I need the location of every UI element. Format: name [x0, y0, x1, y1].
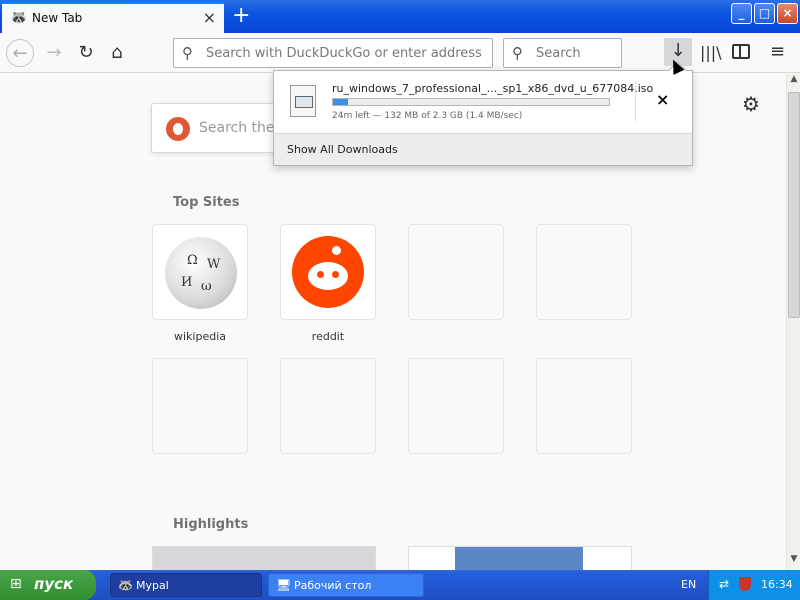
highlight-card[interactable] — [152, 546, 376, 570]
scroll-up-icon[interactable]: ▲ — [787, 74, 800, 90]
top-site-label: reddit — [311, 330, 345, 343]
sidebar-icon[interactable] — [732, 44, 750, 59]
scrollbar[interactable]: ▲ ▼ — [786, 74, 800, 570]
reddit-icon — [292, 236, 364, 308]
downloads-panel: ru_windows_7_professional_..._sp1_x86_dv… — [273, 70, 693, 166]
download-progress-fill — [333, 99, 349, 105]
empty-top-site[interactable] — [408, 224, 504, 320]
wikipedia-icon: Ω W И ω — [165, 237, 237, 309]
taskbar-item-label: Рабочий стол — [294, 579, 372, 592]
network-icon[interactable]: ⇄ — [719, 577, 729, 591]
new-tab-button[interactable]: + — [232, 3, 250, 29]
show-all-downloads-link[interactable]: Show All Downloads — [287, 143, 398, 156]
minimize-button[interactable]: _ — [731, 3, 752, 24]
tab-title: New Tab — [32, 11, 83, 25]
reload-button[interactable]: ↻ — [72, 39, 100, 67]
home-button[interactable]: ⌂ — [103, 39, 131, 67]
search-input[interactable]: ⚲ Search — [503, 38, 622, 68]
taskbar-item-mypal[interactable]: 🦝 Mypal — [110, 573, 262, 597]
scroll-down-icon[interactable]: ▼ — [787, 554, 800, 570]
highlight-thumbnail — [455, 547, 583, 570]
security-shield-icon[interactable] — [739, 577, 751, 591]
download-progress-bar — [332, 98, 610, 106]
download-status: 24m left — 132 MB of 2.3 GB (1.4 MB/sec) — [332, 111, 523, 121]
scroll-thumb[interactable] — [788, 92, 800, 318]
mypal-icon: 🦝 — [118, 578, 133, 592]
windows-flag-icon: ⊞ — [10, 576, 22, 592]
search-icon: ⚲ — [182, 44, 193, 62]
empty-top-site[interactable] — [536, 224, 632, 320]
language-indicator[interactable]: EN — [681, 578, 696, 591]
highlights-title: Highlights — [173, 517, 249, 532]
start-label: пуск — [34, 575, 74, 593]
taskbar-item-desktop[interactable]: 🖥 Рабочий стол — [268, 573, 424, 597]
browser-window: 🦝 New Tab × + _ □ × ← → ↻ ⌂ ⚲ Search wit… — [0, 0, 800, 570]
empty-top-site[interactable] — [152, 358, 248, 454]
address-placeholder: Search with DuckDuckGo or enter address — [206, 46, 482, 61]
top-site-reddit[interactable] — [280, 224, 376, 320]
ddg-placeholder: Search the — [199, 120, 275, 136]
taskbar-item-label: Mypal — [136, 579, 169, 592]
desktop-icon: 🖥 — [276, 578, 292, 592]
back-button[interactable]: ← — [6, 39, 34, 67]
library-icon[interactable]: |||\ — [700, 43, 722, 62]
highlight-card[interactable] — [408, 546, 632, 570]
tab-close-icon[interactable]: × — [203, 8, 216, 27]
gear-icon[interactable]: ⚙ — [742, 92, 760, 116]
tab-new-tab[interactable]: 🦝 New Tab × — [2, 2, 224, 33]
close-window-button[interactable]: × — [777, 3, 798, 24]
tab-bar: 🦝 New Tab × + _ □ × — [0, 0, 800, 33]
system-tray: ⇄ 16:34 — [708, 570, 800, 600]
divider — [635, 81, 636, 121]
top-site-label: wikipedia — [173, 330, 226, 343]
search-icon: ⚲ — [512, 44, 523, 62]
empty-top-site[interactable] — [408, 358, 504, 454]
start-button[interactable]: ⊞ пуск — [0, 570, 96, 600]
address-bar[interactable]: ⚲ Search with DuckDuckGo or enter addres… — [173, 38, 493, 68]
empty-top-site[interactable] — [280, 358, 376, 454]
clock[interactable]: 16:34 — [761, 578, 793, 591]
top-sites-title: Top Sites — [173, 195, 240, 210]
mypal-icon: 🦝 — [10, 10, 28, 26]
cancel-download-button[interactable]: × — [656, 90, 669, 109]
download-filename[interactable]: ru_windows_7_professional_..._sp1_x86_dv… — [332, 82, 653, 95]
search-placeholder: Search — [536, 46, 581, 61]
forward-button[interactable]: → — [40, 39, 68, 67]
top-site-wikipedia[interactable]: Ω W И ω — [152, 224, 248, 320]
duckduckgo-icon — [166, 117, 190, 141]
maximize-button[interactable]: □ — [754, 3, 775, 24]
iso-file-icon — [290, 85, 316, 117]
menu-button[interactable]: ≡ — [770, 41, 785, 62]
taskbar: ⊞ пуск 🦝 Mypal 🖥 Рабочий стол EN ⇄ 16:34 — [0, 570, 800, 600]
downloads-footer[interactable]: Show All Downloads — [274, 133, 692, 165]
empty-top-site[interactable] — [536, 358, 632, 454]
